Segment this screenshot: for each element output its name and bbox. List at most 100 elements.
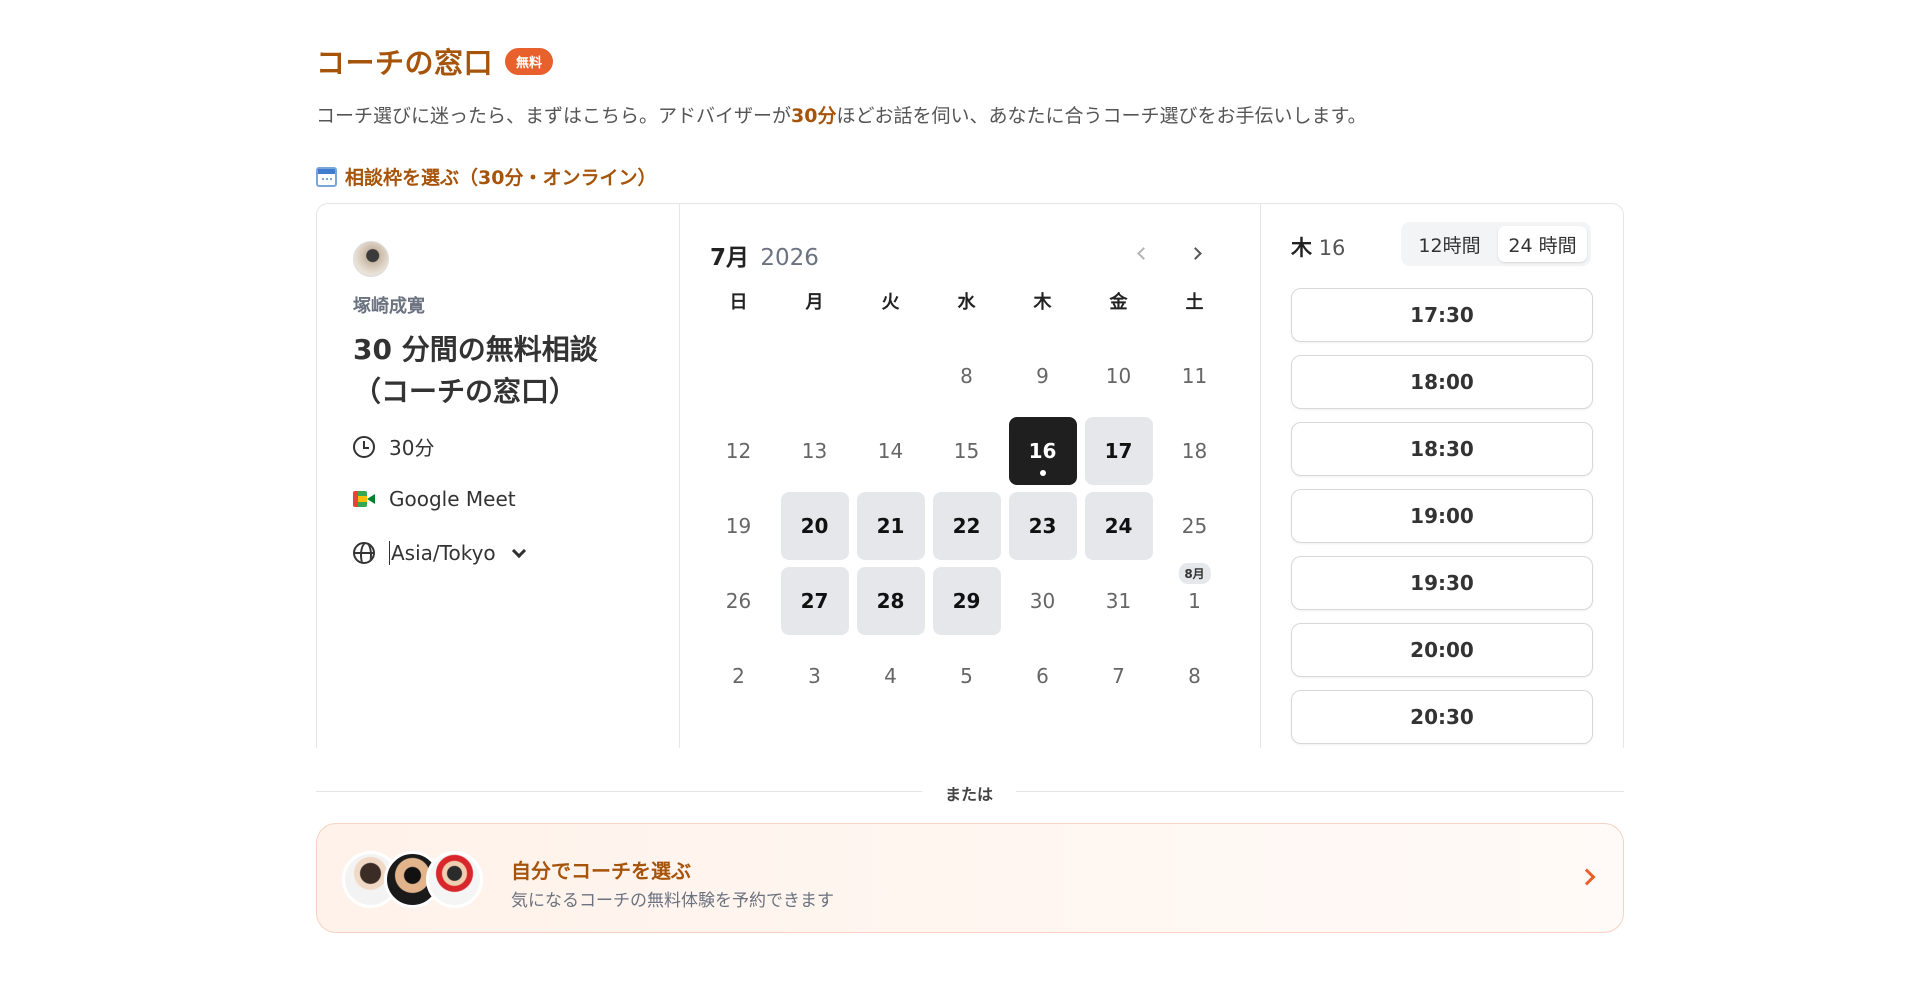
timezone-select[interactable]: Asia/Tokyo bbox=[353, 541, 526, 565]
day-number: 9 bbox=[1036, 363, 1049, 388]
day-number: 22 bbox=[932, 491, 1001, 560]
day-number: 27 bbox=[780, 566, 849, 635]
or-label: または bbox=[944, 785, 993, 804]
day-number: 8 bbox=[960, 363, 973, 388]
booking-widget: 塚崎成寛 30 分間の無料相談 （コーチの窓口） 30分 Google Meet… bbox=[316, 203, 1624, 748]
time-slot-button[interactable]: 17:30 bbox=[1291, 288, 1593, 342]
day-number: 31 bbox=[1105, 588, 1132, 613]
day-number: 12 bbox=[725, 438, 752, 463]
calendar-day[interactable]: 29 bbox=[929, 563, 1004, 638]
day-number: 25 bbox=[1181, 513, 1208, 538]
time-slot-list: 17:30 18:00 18:30 19:00 19:30 20:00 20:30 bbox=[1291, 288, 1593, 744]
calendar-day: 13 bbox=[777, 413, 852, 488]
weekday-label: 土 bbox=[1185, 292, 1204, 313]
year-label: 2026 bbox=[760, 245, 819, 271]
calendar-day: 3 bbox=[777, 638, 852, 713]
calendar-day[interactable]: 23 bbox=[1005, 488, 1080, 563]
calendar-day: 31 bbox=[1081, 563, 1156, 638]
next-month-tag: 8月 bbox=[1178, 563, 1211, 584]
weekday-label: 火 bbox=[881, 292, 900, 313]
lead-highlight: 30分 bbox=[791, 105, 837, 127]
time-slot-button[interactable]: 18:00 bbox=[1291, 355, 1593, 409]
time-format-toggle: 12時間 24 時間 bbox=[1401, 222, 1591, 266]
event-duration: 30分 bbox=[353, 432, 434, 461]
day-number: 6 bbox=[1036, 663, 1049, 688]
calendar-day[interactable]: 24 bbox=[1081, 488, 1156, 563]
day-number: 16 bbox=[1008, 416, 1077, 485]
format-24h-button[interactable]: 24 時間 bbox=[1498, 226, 1587, 262]
calendar-panel: 7月 2026 日月火水木金土 8 9 10 11 12 13 14 15 16 17 18 19 20… bbox=[680, 204, 1261, 748]
calendar-day-empty bbox=[701, 338, 776, 413]
free-badge: 無料 bbox=[505, 47, 554, 75]
location-label: Google Meet bbox=[389, 487, 516, 511]
day-number: 11 bbox=[1181, 363, 1208, 388]
day-grid: 8 9 10 11 12 13 14 15 16 17 18 19 20 21 22 23 24 25 26 27 28… bbox=[701, 338, 1232, 713]
calendar-day: 12 bbox=[701, 413, 776, 488]
day-number: 23 bbox=[1008, 491, 1077, 560]
day-number: 21 bbox=[856, 491, 925, 560]
choose-coach-card[interactable]: 自分でコーチを選ぶ 気になるコーチの無料体験を予約できます bbox=[316, 823, 1624, 933]
calendar-day: 9 bbox=[1005, 338, 1080, 413]
section-heading: 相談枠を選ぶ（30分・オンライン） bbox=[316, 163, 656, 190]
calendar-day[interactable]: 22 bbox=[929, 488, 1004, 563]
calendar-day: 10 bbox=[1081, 338, 1156, 413]
calendar-day: 5 bbox=[929, 638, 1004, 713]
or-divider: または bbox=[316, 778, 1624, 806]
day-number: 18 bbox=[1181, 438, 1208, 463]
timezone-value[interactable]: Asia/Tokyo bbox=[389, 541, 496, 565]
format-12h-button[interactable]: 12時間 bbox=[1405, 226, 1494, 262]
event-location: Google Meet bbox=[353, 487, 516, 511]
time-slot-button[interactable]: 20:00 bbox=[1291, 623, 1593, 677]
chevron-left-icon bbox=[1136, 246, 1150, 260]
calendar-day-selected[interactable]: 16 bbox=[1005, 413, 1080, 488]
day-number: 7 bbox=[1112, 663, 1125, 688]
calendar-day[interactable]: 27 bbox=[777, 563, 852, 638]
google-meet-icon bbox=[353, 491, 375, 507]
page-title: コーチの窓口 bbox=[316, 46, 494, 80]
time-slot-button[interactable]: 18:30 bbox=[1291, 422, 1593, 476]
calendar-day[interactable]: 21 bbox=[853, 488, 928, 563]
day-number: 13 bbox=[801, 438, 828, 463]
coach-avatar bbox=[426, 851, 483, 908]
day-number: 4 bbox=[884, 663, 897, 688]
divider-line-right bbox=[1016, 791, 1624, 792]
day-number bbox=[857, 342, 925, 410]
day-number: 8 bbox=[1188, 663, 1201, 688]
calendar-day: 14 bbox=[853, 413, 928, 488]
lead-text-start: コーチ選びに迷ったら、まずはこちら。アドバイザーが bbox=[316, 105, 792, 127]
clock-icon bbox=[353, 435, 375, 458]
calendar-day: 15 bbox=[929, 413, 1004, 488]
next-month-button[interactable] bbox=[1180, 238, 1210, 268]
calendar-day[interactable]: 20 bbox=[777, 488, 852, 563]
calendar-day: 11 bbox=[1157, 338, 1232, 413]
calendar-day: 8 bbox=[1157, 638, 1232, 713]
calendar-day: 19 bbox=[701, 488, 776, 563]
day-number: 26 bbox=[725, 588, 752, 613]
day-number: 3 bbox=[808, 663, 821, 688]
event-info-panel: 塚崎成寛 30 分間の無料相談 （コーチの窓口） 30分 Google Meet… bbox=[317, 204, 680, 748]
calendar-icon bbox=[316, 166, 337, 187]
choose-coach-title: 自分でコーチを選ぶ bbox=[511, 859, 691, 883]
calendar-day[interactable]: 28 bbox=[853, 563, 928, 638]
weekday-label: 日 bbox=[729, 292, 748, 313]
calendar-day[interactable]: 17 bbox=[1081, 413, 1156, 488]
globe-icon bbox=[353, 542, 375, 564]
divider-line-left bbox=[316, 791, 922, 792]
time-slot-panel: 木 16 12時間 24 時間 17:30 18:00 18:30 19:00 19:3… bbox=[1261, 204, 1625, 748]
time-slot-button[interactable]: 19:30 bbox=[1291, 556, 1593, 610]
calendar-day: 6 bbox=[1005, 638, 1080, 713]
weekday-label: 金 bbox=[1109, 292, 1128, 313]
time-slot-button[interactable]: 20:30 bbox=[1291, 690, 1593, 744]
chevron-right-icon bbox=[1578, 868, 1596, 886]
prev-month-button[interactable] bbox=[1128, 238, 1158, 268]
host-name: 塚崎成寛 bbox=[353, 296, 425, 317]
page-header: コーチの窓口 無料 bbox=[316, 40, 554, 82]
day-number: 24 bbox=[1084, 491, 1153, 560]
weekday-label: 月 bbox=[805, 292, 824, 313]
day-number bbox=[705, 342, 773, 410]
day-number: 15 bbox=[953, 438, 980, 463]
weekday-label: 水 bbox=[957, 292, 976, 313]
time-slot-button[interactable]: 19:00 bbox=[1291, 489, 1593, 543]
chevron-down-icon[interactable] bbox=[511, 543, 526, 558]
calendar-day: 4 bbox=[853, 638, 928, 713]
